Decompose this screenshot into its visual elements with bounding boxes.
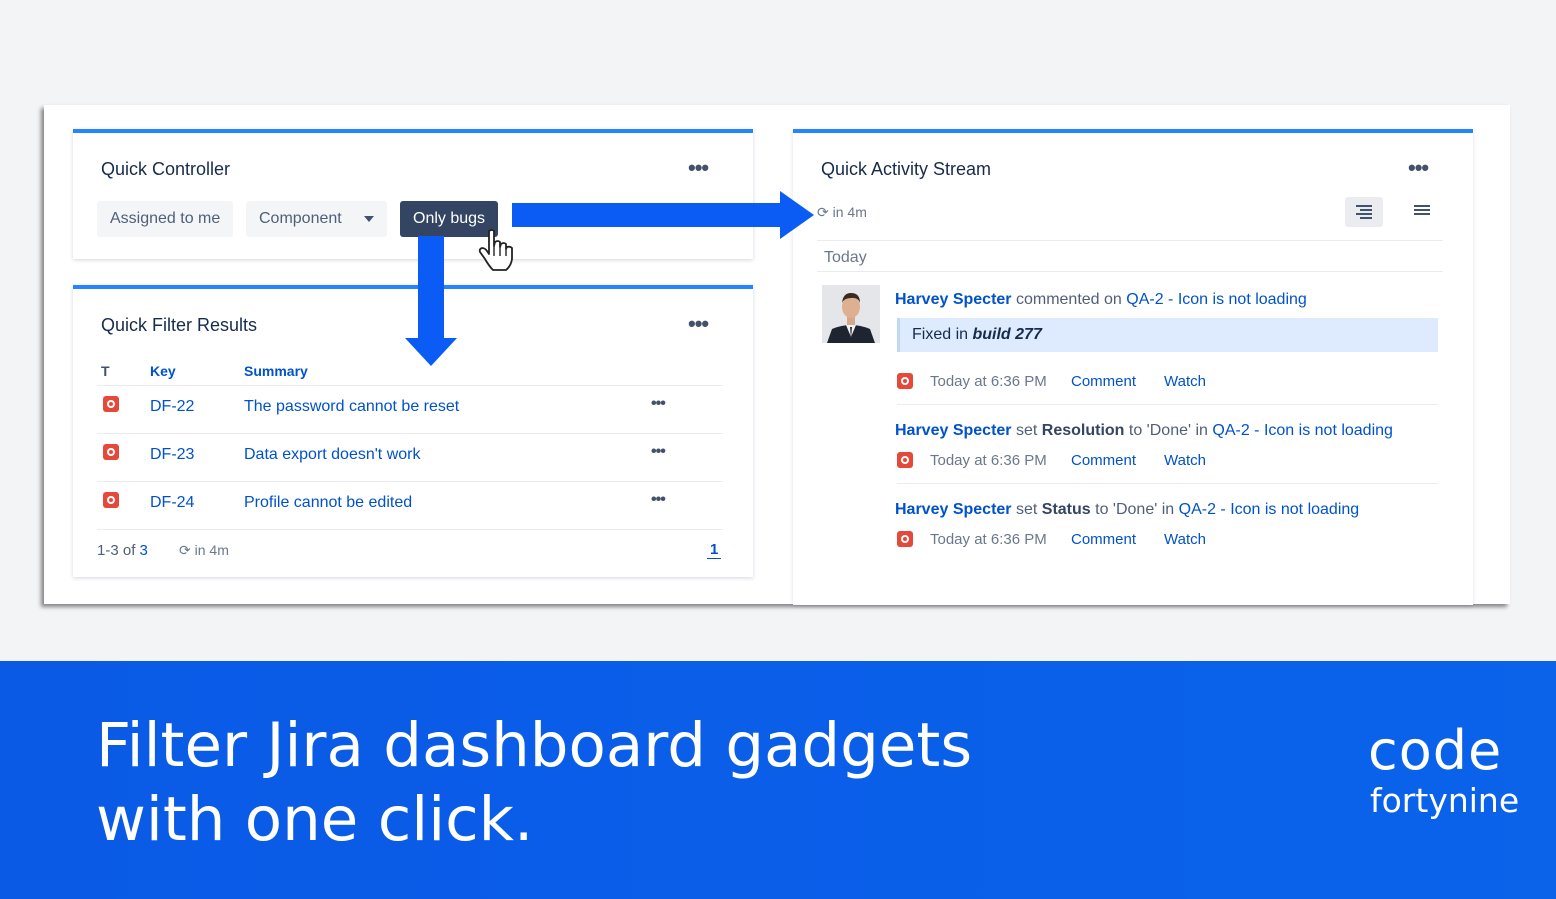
issue-link[interactable]: QA-2 - Icon is not loading [1179,501,1360,518]
issue-summary[interactable]: The password cannot be reset [244,398,459,416]
user-link[interactable]: Harvey Specter [895,291,1012,308]
watch-link[interactable]: Watch [1164,452,1206,469]
timestamp: Today at 6:36 PM [930,452,1047,469]
assigned-to-me-button[interactable]: Assigned to me [97,201,234,237]
promo-banner: Filter Jira dashboard gadgets with one c… [0,661,1556,899]
issue-summary[interactable]: Data export doesn't work [244,446,420,464]
arrow-right-icon [512,203,782,227]
quick-controller-gadget: Quick Controller ••• Assigned to me Comp… [73,129,753,259]
dashboard-screenshot: Quick Controller ••• Assigned to me Comp… [44,105,1510,605]
chevron-down-icon [363,215,374,222]
comment-link[interactable]: Comment [1071,531,1136,548]
bug-icon [897,373,913,389]
page-link[interactable]: 1 [707,541,722,559]
brand-logo-bottom: fortynine [1370,781,1520,820]
result-count: 1-3 of 3 [97,542,148,559]
issue-summary[interactable]: Profile cannot be edited [244,494,412,512]
user-link[interactable]: Harvey Specter [895,422,1012,439]
more-icon[interactable]: ••• [688,313,709,335]
headline: Filter Jira dashboard gadgets with one c… [96,710,973,855]
activity-item: Harvey Specter commented on QA-2 - Icon … [895,291,1307,308]
row-more-icon[interactable]: ••• [651,491,666,509]
list-view-button[interactable] [1403,197,1441,227]
avatar[interactable] [822,285,880,343]
issue-link[interactable]: QA-2 - Icon is not loading [1126,291,1307,308]
bug-icon [103,492,119,508]
activity-item: Harvey Specter set Status to 'Done' in Q… [895,501,1360,518]
brand-logo-top: code [1368,719,1503,782]
arrow-down-head [405,338,457,366]
row-more-icon[interactable]: ••• [651,443,666,461]
component-dropdown[interactable]: Component [246,201,387,237]
refresh-indicator: ⟳ in 4m [817,204,867,220]
refresh-icon[interactable]: ⟳ [817,204,829,220]
activity-item: Harvey Specter set Resolution to 'Done' … [895,422,1393,439]
refresh-icon[interactable]: ⟳ [179,542,191,558]
issue-key[interactable]: DF-24 [150,494,194,512]
issue-key[interactable]: DF-23 [150,446,194,464]
col-type: T [101,363,110,379]
bug-icon [897,531,913,547]
user-link[interactable]: Harvey Specter [895,501,1012,518]
more-icon[interactable]: ••• [1408,157,1429,179]
refresh-indicator: ⟳ in 4m [179,542,229,558]
timestamp: Today at 6:36 PM [930,373,1047,390]
quick-filter-results-gadget: Quick Filter Results ••• T Key Summary D… [73,285,753,577]
row-more-icon[interactable]: ••• [651,395,666,413]
col-summary[interactable]: Summary [244,363,308,379]
bug-icon [103,396,119,412]
comment-quote: Fixed in build 277 [897,318,1438,352]
issue-key[interactable]: DF-22 [150,398,194,416]
more-icon[interactable]: ••• [688,157,709,179]
section-today: Today [824,249,867,266]
arrow-down-icon [418,236,444,340]
bug-icon [897,452,913,468]
comment-link[interactable]: Comment [1071,452,1136,469]
timestamp: Today at 6:36 PM [930,531,1047,548]
arrow-right-head [780,191,814,239]
list-icon [1414,205,1430,219]
watch-link[interactable]: Watch [1164,531,1206,548]
col-key[interactable]: Key [150,363,176,379]
full-view-button[interactable] [1345,197,1383,227]
issue-link[interactable]: QA-2 - Icon is not loading [1212,422,1393,439]
gadget-title: Quick Controller [101,159,231,179]
list-detail-icon [1356,205,1372,219]
bug-icon [103,444,119,460]
comment-link[interactable]: Comment [1071,373,1136,390]
hand-cursor-icon [478,229,513,271]
gadget-title: Quick Filter Results [101,315,258,335]
gadget-title: Quick Activity Stream [821,159,992,179]
quick-activity-stream-gadget: Quick Activity Stream ••• ⟳ in 4m Today [793,129,1473,605]
watch-link[interactable]: Watch [1164,373,1206,390]
